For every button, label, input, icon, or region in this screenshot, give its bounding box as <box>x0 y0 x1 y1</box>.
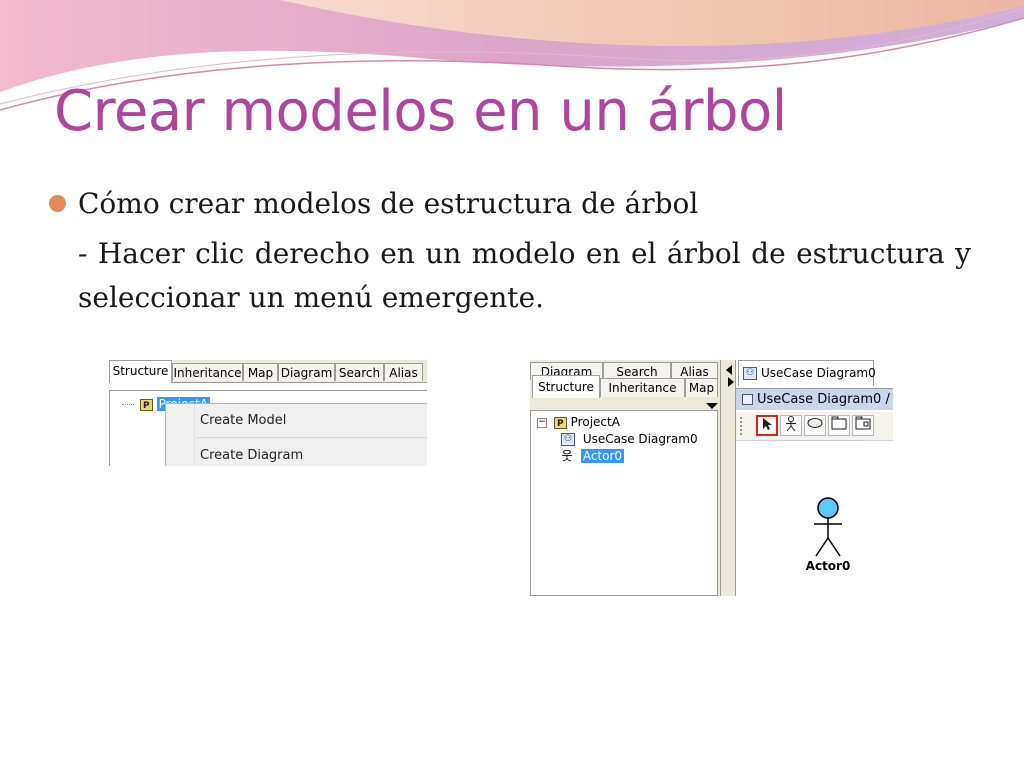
sub-paragraph: - Hacer clic derecho en un modelo en el … <box>78 237 971 314</box>
menu-separator <box>196 437 427 438</box>
actor-label[interactable]: Actor0 <box>796 559 860 573</box>
tab-structure[interactable]: Structure <box>109 360 172 383</box>
structure-tree: − P ProjectA ⚇ UseCase Diagram0 웃 Actor0 <box>530 410 718 596</box>
menu-icon-gutter <box>166 404 195 466</box>
doc-tab-label: UseCase Diagram0 <box>761 366 876 380</box>
tab-alias[interactable]: Alias <box>384 363 423 381</box>
tab-bar: Structure Inheritance Map Diagram Search… <box>109 360 427 383</box>
menu-item-create-model[interactable]: Create Model <box>200 413 286 428</box>
tab-diagram[interactable]: Diagram <box>278 363 335 381</box>
usecase-diagram-icon: ⚇ <box>743 367 757 380</box>
screenshot-context-menu: Structure Inheritance Map Diagram Search… <box>109 360 427 466</box>
project-icon: P <box>553 416 567 429</box>
project-icon: P <box>139 398 153 411</box>
menu-item-create-diagram[interactable]: Create Diagram <box>200 448 303 463</box>
tab-inheritance[interactable]: Inheritance <box>172 363 243 381</box>
context-menu: Create Model Create Diagram <box>165 403 427 466</box>
dropdown-arrow-icon[interactable] <box>706 403 718 409</box>
subsystem-tool-icon[interactable] <box>852 415 874 436</box>
usecase-diagram-icon: ⚇ <box>561 433 575 446</box>
tab-map[interactable]: Map <box>243 363 278 381</box>
tree-node-actor[interactable]: 웃 Actor0 <box>561 449 625 464</box>
diagram-header-label: UseCase Diagram0 / <box>757 392 890 407</box>
slide-title: Crear modelos en un árbol <box>54 79 787 144</box>
tab-usecase-diagram[interactable]: ⚇ UseCase Diagram0 <box>738 360 876 386</box>
toolbar-grip[interactable] <box>740 417 745 435</box>
screenshot-diagram-editor: Diagram Search Alias Structure Inheritan… <box>530 360 893 596</box>
diagram-header: UseCase Diagram0 / <box>736 388 893 410</box>
tree-node-usecase-diagram[interactable]: ⚇ UseCase Diagram0 <box>561 432 698 447</box>
tree-node-label[interactable]: Actor0 <box>580 449 625 463</box>
slide-body: Cómo crear modelos de estructura de árbo… <box>46 182 971 320</box>
bullet-item: Cómo crear modelos de estructura de árbo… <box>46 182 971 226</box>
bullet-text: Cómo crear modelos de estructura de árbo… <box>78 187 699 220</box>
bullet-dot-icon <box>49 195 66 212</box>
collapse-left-icon[interactable] <box>726 365 732 375</box>
tree-node-project[interactable]: − P ProjectA <box>537 415 620 430</box>
tree-connector <box>122 404 134 405</box>
package-tool-icon[interactable] <box>828 415 850 436</box>
left-pane: Diagram Search Alias Structure Inheritan… <box>530 360 720 596</box>
pane-splitter[interactable] <box>720 360 736 596</box>
actor-icon: 웃 <box>561 449 573 463</box>
tab-inheritance[interactable]: Inheritance <box>600 378 685 397</box>
select-tool-icon[interactable] <box>756 415 778 436</box>
diagram-icon <box>742 394 753 405</box>
tab-map[interactable]: Map <box>685 378 718 397</box>
diagram-canvas[interactable]: Actor0 <box>736 441 893 596</box>
expand-right-icon[interactable] <box>728 377 734 387</box>
tree-node-label[interactable]: UseCase Diagram0 <box>583 432 698 446</box>
diagram-pane: ⚇ UseCase Diagram0 UseCase Diagram0 / Ac… <box>736 360 893 596</box>
actor-tool-icon[interactable] <box>780 415 802 436</box>
collapse-icon[interactable]: − <box>537 417 547 428</box>
tab-search[interactable]: Search <box>335 363 384 381</box>
diagram-toolbar <box>736 412 893 441</box>
tree-node-label[interactable]: ProjectA <box>571 415 620 429</box>
tab-structure[interactable]: Structure <box>532 375 600 398</box>
usecase-tool-icon[interactable] <box>804 415 826 436</box>
